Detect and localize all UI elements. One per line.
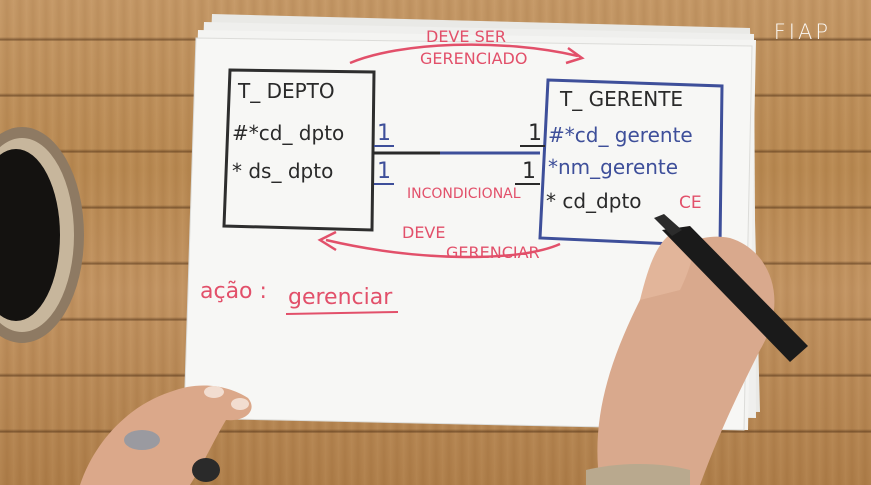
entity-depto-attr-name: * ds_ dpto bbox=[232, 159, 333, 183]
label-gerenciado: GERENCIADO bbox=[420, 49, 527, 68]
entity-gerente-attr-pk: #*cd_ gerente bbox=[548, 123, 693, 147]
label-deve-ser: DEVE SER bbox=[426, 27, 506, 46]
cup-object bbox=[0, 127, 84, 343]
entity-depto-attr-pk: #*cd_ dpto bbox=[232, 121, 344, 145]
cardinality-right-top: 1 bbox=[528, 121, 542, 146]
action-prefix: ação : bbox=[200, 279, 267, 304]
photo-scene: T_ DEPTO #*cd_ dpto * ds_ dpto 1 1 T_ GE… bbox=[0, 0, 871, 485]
entity-gerente-title: T_ GERENTE bbox=[559, 87, 683, 111]
action-verb: gerenciar bbox=[288, 285, 393, 310]
fiap-logo: FIAP bbox=[773, 20, 831, 44]
cardinality-left-top: 1 bbox=[377, 121, 391, 146]
entity-gerente-attr-name: *nm_gerente bbox=[548, 155, 678, 179]
entity-depto-title: T_ DEPTO bbox=[237, 79, 335, 103]
label-deve: DEVE bbox=[402, 223, 445, 242]
whiteboard-drawing: T_ DEPTO #*cd_ dpto * ds_ dpto 1 1 T_ GE… bbox=[0, 14, 808, 485]
cardinality-left-bottom: 1 bbox=[377, 159, 391, 184]
label-incondicional: INCONDICIONAL bbox=[407, 186, 521, 202]
left-hand bbox=[80, 385, 252, 485]
foreign-key-marker: CE bbox=[679, 193, 702, 213]
label-gerenciar: GERENCIAR bbox=[446, 243, 540, 262]
cardinality-right-bottom: 1 bbox=[522, 159, 536, 184]
entity-gerente-attr-fk: * cd_dpto bbox=[546, 189, 642, 213]
